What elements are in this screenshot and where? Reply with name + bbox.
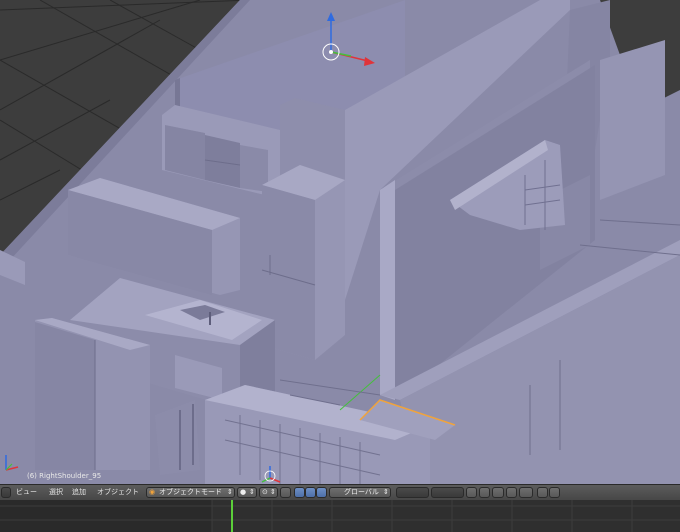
lock-icon[interactable] (466, 487, 477, 498)
translate-icon[interactable] (294, 487, 305, 498)
manipulator-icon[interactable] (280, 487, 291, 498)
layer-buttons-b[interactable] (431, 487, 464, 498)
layer-buttons-a[interactable] (396, 487, 429, 498)
menu-view[interactable]: ビュー (16, 487, 37, 498)
scene-render[interactable] (0, 0, 680, 484)
3d-view-header: ビュー 選択 追加 オブジェクト ◉ オブジェクトモード ⇕ ● ⇕ ⊙ ⇕ グ… (0, 484, 680, 500)
pivot-icon: ⊙ (262, 488, 268, 496)
mode-label: オブジェクトモード (159, 488, 222, 496)
menu-object[interactable]: オブジェクト (97, 487, 139, 498)
pivot-dropdown[interactable]: ⊙ ⇕ (259, 487, 278, 498)
timeline-editor[interactable] (0, 500, 680, 532)
snap-icon[interactable] (479, 487, 490, 498)
render-icon[interactable] (537, 487, 548, 498)
menu-select[interactable]: 選択 (49, 487, 63, 498)
menu-add[interactable]: 追加 (72, 487, 86, 498)
scale-icon[interactable] (316, 487, 327, 498)
viewport-shading-dropdown[interactable]: ● ⇕ (237, 487, 257, 498)
camera-icon[interactable] (549, 487, 560, 498)
rotate-icon[interactable] (305, 487, 316, 498)
editor-type-icon[interactable] (1, 487, 11, 498)
snap-element-icon[interactable] (506, 487, 517, 498)
snap-target-dropdown[interactable] (519, 487, 533, 498)
object-info-label: (6) RightShoulder_95 (27, 472, 102, 480)
orientation-label: グローバル (344, 488, 379, 496)
mode-dropdown[interactable]: ◉ オブジェクトモード ⇕ (146, 487, 235, 498)
3d-viewport[interactable]: (6) RightShoulder_95 (0, 0, 680, 484)
shading-sphere-icon: ● (240, 488, 247, 496)
mode-icon: ◉ (149, 488, 156, 496)
proportional-edit-icon[interactable] (492, 487, 504, 498)
orientation-dropdown[interactable]: グローバル ⇕ (329, 487, 391, 498)
dropdown-arrows-icon: ⇕ (227, 488, 233, 496)
